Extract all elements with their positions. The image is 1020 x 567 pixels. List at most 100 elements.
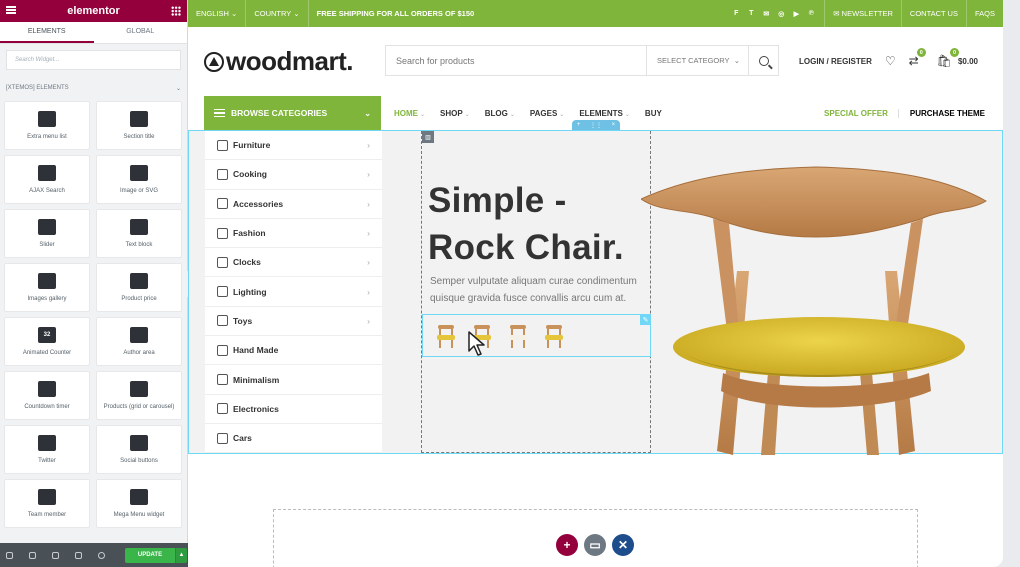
author-icon xyxy=(130,327,148,343)
category-item[interactable]: Cars xyxy=(205,424,382,454)
tab-elements[interactable]: ELEMENTS xyxy=(0,22,94,43)
preview-eye-icon[interactable] xyxy=(98,551,105,559)
responsive-icon[interactable] xyxy=(75,551,82,559)
menu-item-shop[interactable]: SHOP ⌄ xyxy=(440,109,470,118)
widget-card[interactable]: Mega Menu widget xyxy=(96,479,182,528)
category-item[interactable]: Minimalism xyxy=(205,365,382,395)
widget-card[interactable]: Twitter xyxy=(4,425,90,474)
compare-icon[interactable]: ⇄ 0 xyxy=(909,48,926,68)
menu-item-buy[interactable]: BUY xyxy=(645,109,662,118)
hamburger-icon[interactable] xyxy=(6,6,16,14)
instagram-icon[interactable]: ◎ xyxy=(776,9,786,19)
category-icon xyxy=(217,286,228,298)
hero-title[interactable]: Simple - Rock Chair. xyxy=(428,177,624,271)
navigator-icon[interactable] xyxy=(29,551,36,559)
settings-icon[interactable] xyxy=(6,551,13,559)
widget-category-header[interactable]: [XTEMOS] ELEMENTS ⌄ xyxy=(6,82,181,94)
widget-card[interactable]: Slider xyxy=(4,209,90,258)
counter-icon: 32 xyxy=(38,327,56,343)
youtube-icon[interactable]: ▶ xyxy=(791,9,801,19)
purchase-theme-link[interactable]: PURCHASE THEME xyxy=(910,109,985,118)
login-register-link[interactable]: LOGIN / REGISTER xyxy=(799,57,872,66)
widget-card[interactable]: AJAX Search xyxy=(4,155,90,204)
search-input[interactable]: Search for products xyxy=(386,56,646,66)
widget-card[interactable]: Extra menu list xyxy=(4,101,90,150)
search-icon xyxy=(758,55,769,66)
chair-thumbnail[interactable] xyxy=(543,323,565,349)
widget-card[interactable]: Team member xyxy=(4,479,90,528)
chair-thumbnail[interactable] xyxy=(507,323,529,349)
category-item[interactable]: Electronics xyxy=(205,395,382,424)
category-item[interactable]: Fashion › xyxy=(205,219,382,249)
special-offer-link[interactable]: SPECIAL OFFER xyxy=(824,108,899,118)
widget-search-input[interactable]: Search Widget... xyxy=(6,50,181,70)
xtemos-library-icon[interactable]: ✕ xyxy=(612,534,634,556)
email-icon[interactable]: ✉ xyxy=(761,9,771,19)
hero-subtitle[interactable]: Semper vulputate aliquam curae condiment… xyxy=(430,273,655,307)
category-icon xyxy=(217,256,228,268)
secondary-menu: SPECIAL OFFER PURCHASE THEME xyxy=(824,96,985,130)
facebook-icon[interactable]: f xyxy=(731,9,741,19)
add-icon[interactable]: + xyxy=(577,122,581,128)
menu-item-elements[interactable]: ELEMENTS ⌄ xyxy=(579,109,630,118)
section-handle[interactable]: + ⋮⋮ × xyxy=(572,120,620,130)
cart-button[interactable]: 🛍︎ 0 $0.00 xyxy=(937,48,978,68)
site-logo[interactable]: woodmart. xyxy=(204,46,353,77)
widget-card[interactable]: Image or SVG xyxy=(96,155,182,204)
category-item[interactable]: Accessories › xyxy=(205,190,382,219)
menu-item-pages[interactable]: PAGES ⌄ xyxy=(530,109,564,118)
widget-card[interactable]: 32 Animated Counter xyxy=(4,317,90,366)
category-item[interactable]: Clocks › xyxy=(205,248,382,278)
menu-item-label: SHOP xyxy=(440,108,463,118)
twitter-icon[interactable]: t xyxy=(746,9,756,19)
history-icon[interactable] xyxy=(52,551,59,559)
category-select[interactable]: SELECT CATEGORY ⌄ xyxy=(646,46,748,75)
category-item[interactable]: Toys › xyxy=(205,307,382,337)
move-icon[interactable]: ⋮⋮ xyxy=(590,122,602,129)
column-handle-icon[interactable]: ▥ xyxy=(422,131,434,143)
add-template-folder-icon[interactable]: ▭ xyxy=(584,534,606,556)
newsletter-link[interactable]: ✉ NEWSLETTER xyxy=(824,0,902,27)
chair-thumbnails-widget[interactable]: ✎ xyxy=(422,314,651,357)
menu-item-home[interactable]: HOME ⌄ xyxy=(394,109,425,118)
country-switcher[interactable]: COUNTRY ⌄ xyxy=(246,0,309,27)
chair-thumbnail[interactable] xyxy=(435,323,457,349)
widget-card[interactable]: Author area xyxy=(96,317,182,366)
update-button[interactable]: UPDATE xyxy=(125,547,175,563)
category-label: Fashion xyxy=(233,228,266,239)
menu-item-blog[interactable]: BLOG ⌄ xyxy=(485,109,515,118)
widget-card[interactable]: Images gallery xyxy=(4,263,90,312)
category-icon xyxy=(217,198,228,210)
category-icon xyxy=(217,374,228,386)
tab-global[interactable]: GLOBAL xyxy=(94,22,188,43)
widget-card[interactable]: Section title xyxy=(96,101,182,150)
language-switcher[interactable]: ENGLISH ⌄ xyxy=(188,0,247,27)
widget-card[interactable]: Countdown timer xyxy=(4,371,90,420)
widget-card[interactable]: Product price xyxy=(96,263,182,312)
add-section-plus-icon[interactable]: + xyxy=(556,534,578,556)
search-button[interactable] xyxy=(748,46,778,75)
pinterest-icon[interactable]: ℗ xyxy=(806,9,816,19)
close-icon[interactable]: × xyxy=(612,122,616,128)
category-item[interactable]: Lighting › xyxy=(205,277,382,307)
widget-card[interactable]: Products (grid or carousel) xyxy=(96,371,182,420)
contact-link[interactable]: CONTACT US xyxy=(902,0,967,27)
hero-text-column[interactable]: ▥ Simple - Rock Chair. Semper vulputate … xyxy=(421,131,651,453)
update-options-button[interactable]: ▲ xyxy=(175,547,187,563)
widget-card[interactable]: Text block xyxy=(96,209,182,258)
category-item[interactable]: Cooking › xyxy=(205,160,382,190)
category-icon xyxy=(217,432,228,444)
widgets-grid-icon[interactable] xyxy=(171,6,181,16)
category-item[interactable]: Furniture › xyxy=(205,131,382,161)
gallery-icon xyxy=(38,273,56,289)
category-item[interactable]: Hand Made xyxy=(205,336,382,366)
hero-section[interactable]: Furniture › Cooking › Accessories › Fashion › Cl… xyxy=(188,130,1003,455)
widget-label: AJAX Search xyxy=(29,188,65,194)
widget-label: Product price xyxy=(121,296,157,302)
widget-label: Author area xyxy=(123,350,155,356)
wishlist-heart-icon[interactable]: ♡ xyxy=(885,54,896,68)
faqs-link[interactable]: FAQS xyxy=(967,0,1003,27)
category-icon xyxy=(217,168,228,180)
widget-card[interactable]: Social buttons xyxy=(96,425,182,474)
browse-categories-button[interactable]: BROWSE CATEGORIES ⌄ xyxy=(204,96,381,130)
